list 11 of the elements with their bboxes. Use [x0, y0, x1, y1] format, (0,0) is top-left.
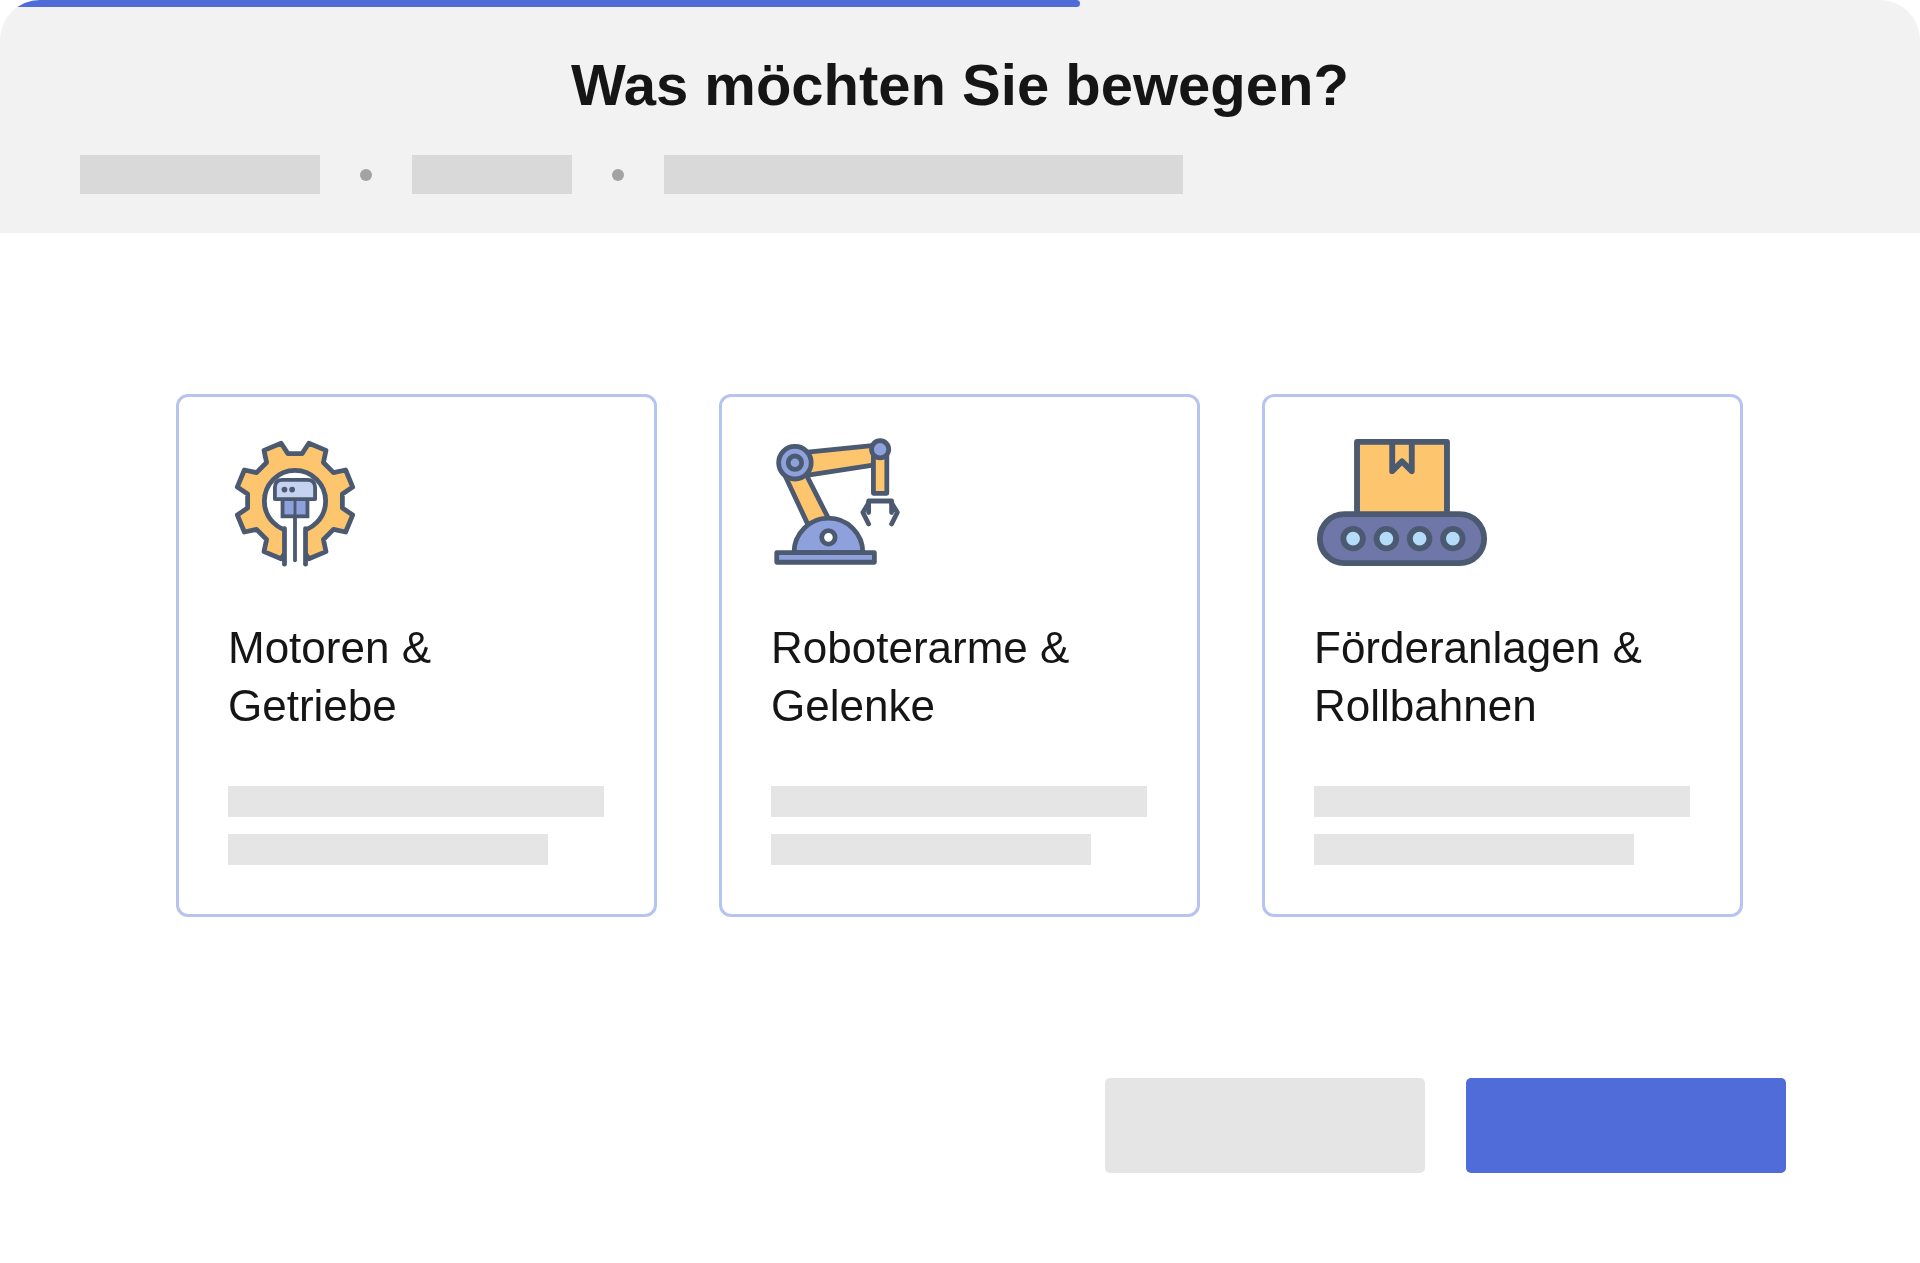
primary-button[interactable] — [1466, 1078, 1786, 1173]
option-card[interactable]: Motoren & Getriebe — [176, 394, 657, 917]
separator-dot — [360, 168, 372, 181]
page-title: Was möchten Sie bewegen? — [570, 51, 1350, 119]
option-card[interactable]: Roboterarme & Gelenke — [719, 394, 1200, 917]
separator-dot — [612, 168, 624, 181]
secondary-button[interactable] — [1105, 1078, 1425, 1173]
card-title: Motoren & Getriebe — [228, 622, 432, 732]
card-title: Förderanlagen & Rollbahnen — [1314, 622, 1643, 732]
option-card[interactable]: Förderanlagen & Rollbahnen — [1262, 394, 1743, 917]
card-title: Roboterarme & Gelenke — [771, 622, 1071, 732]
